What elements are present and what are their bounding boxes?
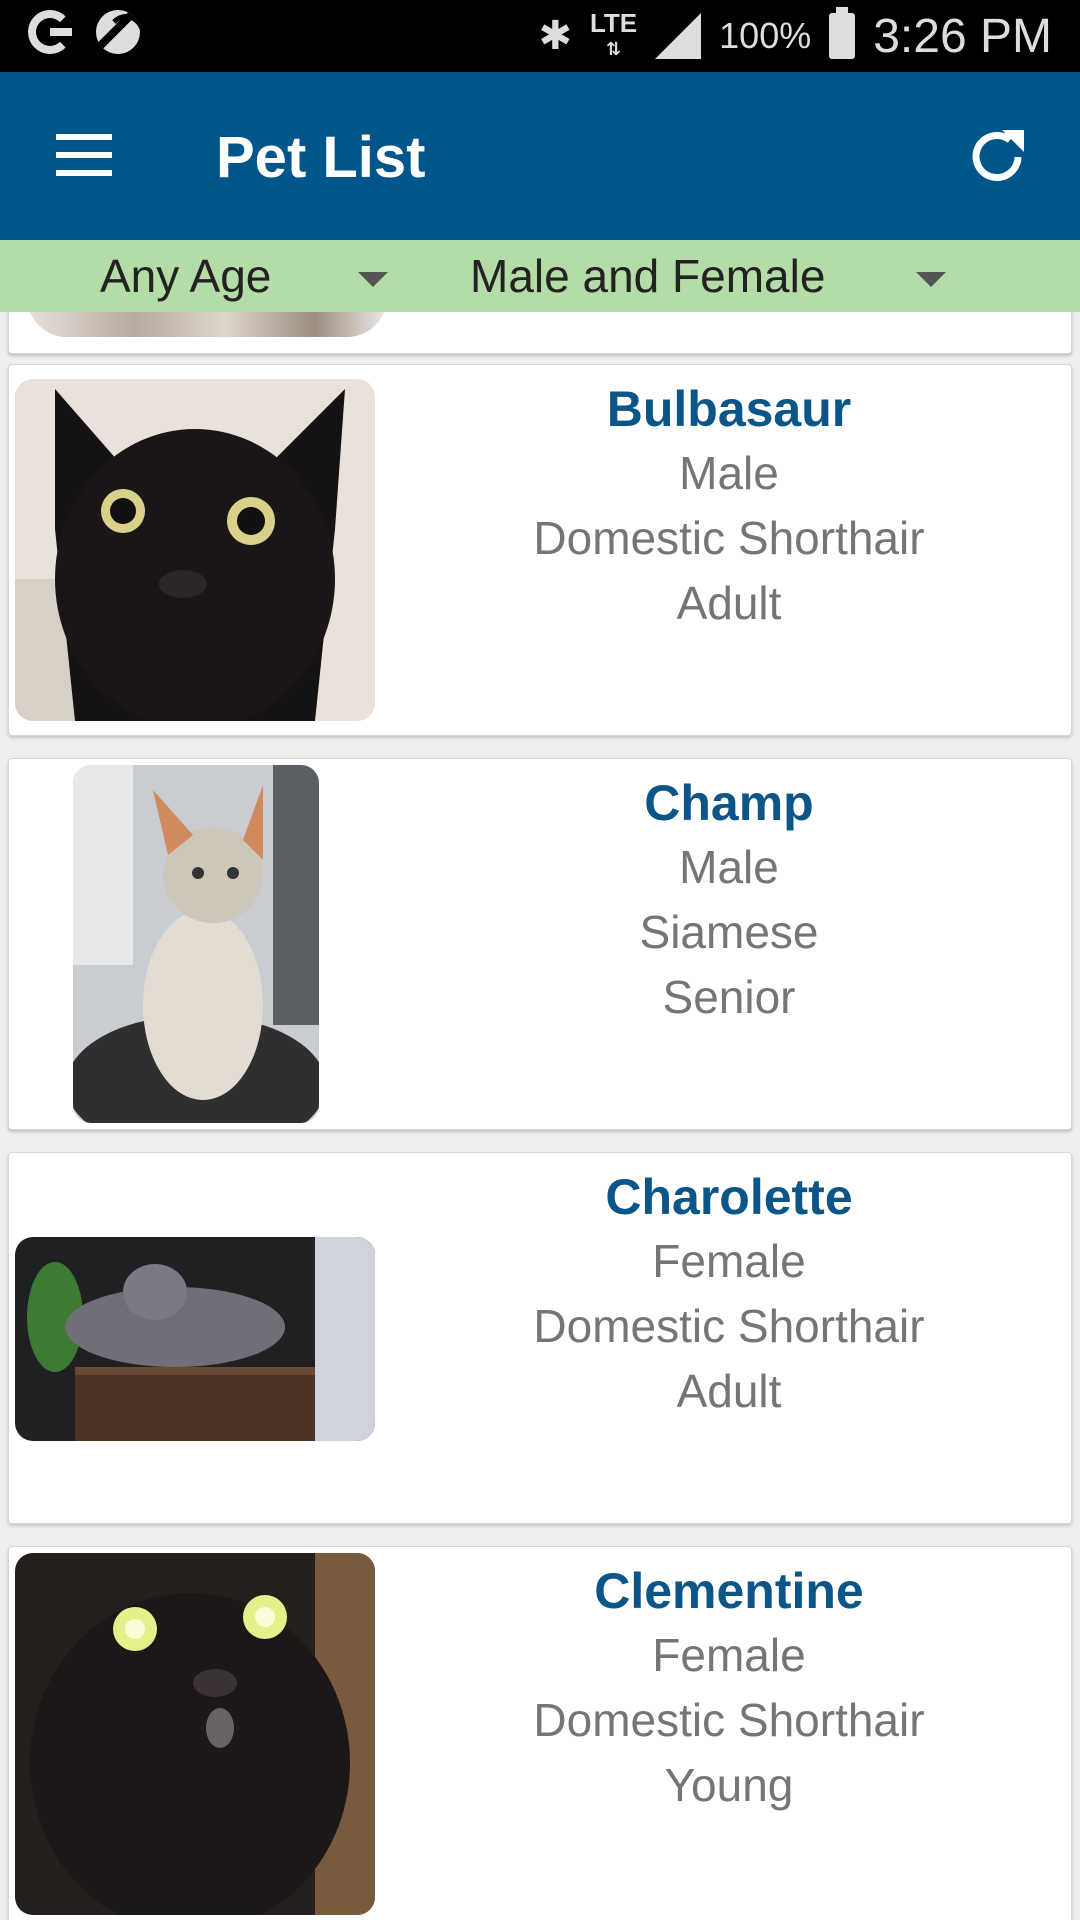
- sex-filter-value: Male and Female: [470, 250, 826, 302]
- pet-card[interactable]: Champ Male Siamese Senior: [8, 758, 1072, 1130]
- pet-sex: Female: [652, 1235, 806, 1287]
- pet-name: Charolette: [605, 1169, 853, 1225]
- sex-filter-caret-icon[interactable]: [916, 272, 946, 287]
- pet-sex: Female: [652, 1629, 806, 1681]
- pet-info: Clementine Female Domestic Shorthair You…: [389, 1559, 1069, 1818]
- pet-card[interactable]: Bulbasaur Male Domestic Shorthair Adult: [8, 364, 1072, 736]
- pet-breed: Siamese: [639, 906, 819, 958]
- pet-sex: Male: [679, 447, 779, 499]
- battery-percent: 100%: [719, 15, 812, 56]
- pet-age: Senior: [662, 971, 796, 1023]
- signal-icon: [655, 13, 702, 59]
- refresh-icon[interactable]: [962, 122, 1032, 192]
- pet-info: Champ Male Siamese Senior: [389, 771, 1069, 1030]
- pet-name: Clementine: [594, 1563, 864, 1619]
- pet-breed: Domestic Shorthair: [533, 1694, 925, 1746]
- sports-ball-icon: [96, 10, 140, 54]
- pet-age: Adult: [676, 1365, 782, 1417]
- pet-card[interactable]: [8, 312, 1072, 354]
- pet-age: Adult: [676, 577, 782, 629]
- status-bar: ✱ LTE ⇅ 100% 3:26 PM: [0, 0, 1080, 72]
- lte-icon: LTE ⇅: [589, 8, 638, 59]
- app-bar: Pet List: [0, 72, 1080, 240]
- pet-breed: Domestic Shorthair: [533, 512, 925, 564]
- battery-icon: [829, 7, 856, 59]
- pet-name: Champ: [644, 775, 814, 831]
- clock: 3:26 PM: [873, 9, 1052, 63]
- page-title: Pet List: [216, 125, 426, 190]
- pet-card[interactable]: Charolette Female Domestic Shorthair Adu…: [8, 1152, 1072, 1524]
- pet-info: Charolette Female Domestic Shorthair Adu…: [389, 1165, 1069, 1424]
- sex-filter-dropdown[interactable]: Male and Female: [470, 240, 825, 312]
- pet-photo: [15, 379, 375, 721]
- pet-age: Young: [664, 1759, 794, 1811]
- pet-name: Bulbasaur: [606, 381, 852, 437]
- google-icon: [28, 10, 72, 54]
- pet-sex: Male: [679, 841, 779, 893]
- filter-bar: Any Age Male and Female: [0, 240, 1080, 312]
- pet-photo: [15, 1237, 375, 1441]
- pet-info: Bulbasaur Male Domestic Shorthair Adult: [389, 377, 1069, 636]
- bluetooth-icon: ✱: [538, 14, 572, 58]
- pet-photo: [27, 312, 387, 337]
- pet-photo: [73, 765, 319, 1123]
- menu-icon[interactable]: [56, 134, 112, 176]
- pet-photo: [15, 1553, 375, 1915]
- age-filter-dropdown[interactable]: Any Age: [100, 240, 271, 312]
- pet-list[interactable]: Bulbasaur Male Domestic Shorthair Adult …: [0, 312, 1080, 1920]
- age-filter-value: Any Age: [100, 250, 272, 302]
- pet-card[interactable]: Clementine Female Domestic Shorthair You…: [8, 1546, 1072, 1920]
- pet-breed: Domestic Shorthair: [533, 1300, 925, 1352]
- age-filter-caret-icon[interactable]: [358, 272, 388, 287]
